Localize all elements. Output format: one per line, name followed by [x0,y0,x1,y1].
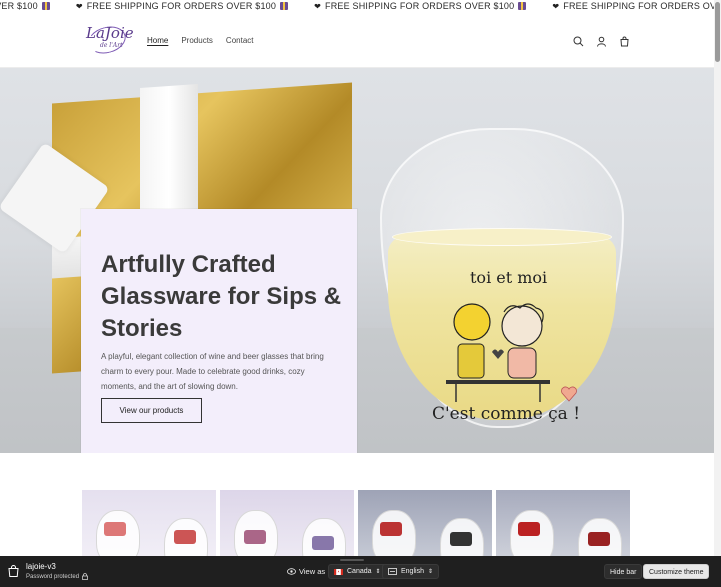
gift-icon [41,2,50,10]
announcement-text: FREE SHIPPING FOR ORDERS OVER $100 [86,1,277,11]
page-scrollbar[interactable] [714,0,721,556]
thumb-print [312,536,334,550]
gift-icon [518,2,527,10]
announcement-item: ❤ FREE SHIPPING FOR ORDERS OVER $10 [552,1,714,11]
heart-balloon-icon [561,386,577,402]
view-as: View as [287,567,325,576]
logo-tagline: de l'Art [100,42,123,49]
scrollbar-thumb[interactable] [715,2,720,62]
lock-icon [82,573,88,580]
thumb-print [450,532,472,546]
hero-title: Artfully Crafted Glassware for Sips & St… [101,251,342,342]
chevron-updown-icon: ⇕ [427,569,433,575]
site-header: LaJoie de l'Art Home Products Contact [0,14,714,68]
view-as-label: View as [299,567,326,576]
chevron-updown-icon: ⇕ [375,569,381,575]
password-status-text: Password protected [26,573,80,580]
glass-text-bottom: C'est comme ça ! [432,404,581,424]
announcement-text: OVER $100 [0,1,38,11]
nav-contact[interactable]: Contact [226,36,254,45]
heart-icon: ❤ [75,1,83,11]
product-thumb[interactable] [496,490,630,560]
announcement-text: FREE SHIPPING FOR ORDERS OVER $100 [325,1,515,11]
site-logo[interactable]: LaJoie de l'Art [85,22,134,58]
hero-description: A playful, elegant collection of wine an… [101,352,324,391]
cart-icon[interactable] [619,34,630,47]
thumb-print [104,522,126,536]
customize-theme-button[interactable]: Customize theme [643,564,710,579]
store-name: lajoie-v3 [26,562,56,571]
translate-icon [388,568,397,575]
country-value: Canada [347,568,372,575]
hide-bar-button[interactable]: Hide bar [604,564,643,579]
gift-icon [280,2,289,10]
password-status: Password protected [26,573,88,580]
product-thumb[interactable] [82,490,216,560]
preview-bar: lajoie-v3 Password protected View as Can… [0,556,721,587]
eye-icon [287,568,296,575]
nav-home[interactable]: Home [147,36,168,45]
preview-bar-handle[interactable] [340,559,364,561]
announcement-item: OVER $100 [0,1,50,11]
announcement-item: ❤ FREE SHIPPING FOR ORDERS OVER $100 [75,1,289,11]
heart-icon: ❤ [314,1,321,11]
thumb-print [244,530,266,544]
header-icons [573,34,630,47]
thumb-print [174,530,196,544]
product-thumbnails [82,490,630,560]
account-icon[interactable] [596,34,607,47]
view-products-button[interactable]: View our products [101,398,202,423]
main-nav: Home Products Contact [147,36,254,45]
nav-products[interactable]: Products [181,36,213,45]
glass-text-top: toi et moi [470,268,548,287]
logo-wordmark: LaJoie [86,24,134,42]
announcement-item: ❤ FREE SHIPPING FOR ORDERS OVER $100 [314,1,527,11]
thumb-print [518,522,540,536]
heart-icon: ❤ [552,1,560,11]
shopify-bag-icon [8,565,19,577]
country-select[interactable]: Canada ⇕ [328,564,387,579]
couple-illustration [446,303,550,402]
thumb-print [588,532,610,546]
announcement-bar: OVER $100 ❤ FREE SHIPPING FOR ORDERS OVE… [0,0,714,14]
product-thumb[interactable] [220,490,354,560]
announcement-text: FREE SHIPPING FOR ORDERS OVER $10 [563,1,714,11]
canada-flag-icon [334,568,343,575]
language-value: English [401,568,424,575]
wine-surface [392,228,612,246]
hero-banner: toi et moi C'est comme ça ! Artfully Cra… [0,68,714,453]
hero-wine-glass: toi et moi C'est comme ça ! [380,128,624,428]
hero-card: Artfully Crafted Glassware for Sips & St… [81,209,357,453]
search-icon[interactable] [573,34,584,47]
language-select[interactable]: English ⇕ [382,564,439,579]
product-thumb[interactable] [358,490,492,560]
thumb-print [380,522,402,536]
